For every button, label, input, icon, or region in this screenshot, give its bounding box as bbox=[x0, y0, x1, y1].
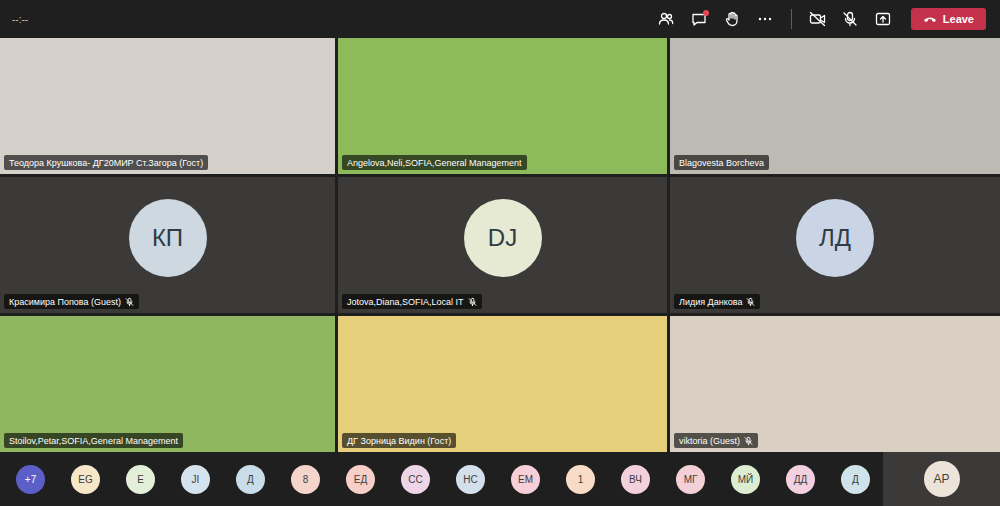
mic-off-icon bbox=[744, 436, 753, 446]
participant-tile[interactable]: Stoilov,Petar,SOFIA,General Management bbox=[0, 316, 335, 452]
meeting-timer: --:-- bbox=[12, 14, 28, 25]
roster-avatar[interactable]: EG bbox=[71, 465, 100, 494]
roster-avatar[interactable]: СС bbox=[401, 465, 430, 494]
participant-avatar: DJ bbox=[464, 199, 542, 277]
participant-name: ДГ Зорница Видин (Гост) bbox=[342, 433, 456, 448]
participant-tile[interactable]: Blagovesta Borcheva bbox=[670, 38, 1000, 174]
roster-avatar[interactable]: МГ bbox=[676, 465, 705, 494]
meeting-window: --:-- Leave Теодора Крушкова- ДГ20МИР Ст.З… bbox=[0, 0, 1000, 506]
participant-tile[interactable]: ДГ Зорница Видин (Гост) bbox=[338, 316, 667, 452]
roster-avatar[interactable]: ЕМ bbox=[511, 465, 540, 494]
participant-tile[interactable]: Теодора Крушкова- ДГ20МИР Ст.Загора (Гос… bbox=[0, 38, 335, 174]
video-grid: Теодора Крушкова- ДГ20МИР Ст.Загора (Гос… bbox=[0, 38, 1000, 452]
participant-tile[interactable]: ЛД Лидия Данкова bbox=[670, 177, 1000, 313]
raise-hand-button[interactable] bbox=[717, 4, 748, 34]
participant-name: Angelova,Neli,SOFIA,General Management bbox=[342, 155, 527, 170]
participant-tile[interactable]: Angelova,Neli,SOFIA,General Management bbox=[338, 38, 667, 174]
self-avatar: AP bbox=[924, 461, 960, 497]
chat-button[interactable] bbox=[684, 4, 715, 34]
mic-off-icon bbox=[125, 297, 134, 307]
unread-dot bbox=[703, 10, 709, 16]
roster-avatar[interactable]: ВЧ bbox=[621, 465, 650, 494]
mic-off-icon bbox=[746, 297, 755, 307]
roster-list: +7EGEJIД8ЕДССНСЕМ1ВЧМГМЙДДД bbox=[0, 465, 883, 494]
hand-icon bbox=[724, 11, 740, 27]
camera-off-icon bbox=[809, 11, 826, 27]
more-icon bbox=[757, 11, 773, 27]
roster-avatar[interactable]: ЕД bbox=[346, 465, 375, 494]
leave-button[interactable]: Leave bbox=[911, 8, 986, 30]
toolbar-divider bbox=[791, 9, 792, 29]
participant-name: Красимира Попова (Guest) bbox=[4, 294, 139, 309]
participant-avatar: КП bbox=[129, 199, 207, 277]
share-button[interactable] bbox=[868, 4, 899, 34]
mic-off-icon bbox=[468, 297, 477, 307]
participants-button[interactable] bbox=[651, 4, 682, 34]
roster-avatar[interactable]: НС bbox=[456, 465, 485, 494]
participant-name: Jotova,Diana,SOFIA,Local IT bbox=[342, 294, 482, 309]
share-tray-icon bbox=[875, 11, 891, 27]
people-icon bbox=[658, 11, 674, 27]
roster-avatar[interactable]: МЙ bbox=[731, 465, 760, 494]
roster-avatar[interactable]: JI bbox=[181, 465, 210, 494]
overflow-count[interactable]: +7 bbox=[16, 465, 45, 494]
participant-name: Лидия Данкова bbox=[674, 294, 760, 309]
meeting-controls: Leave bbox=[651, 4, 986, 34]
participant-tile[interactable]: viktoria (Guest) bbox=[670, 316, 1000, 452]
roster-avatar[interactable]: 1 bbox=[566, 465, 595, 494]
roster-avatar[interactable]: E bbox=[126, 465, 155, 494]
participant-avatar: ЛД bbox=[796, 199, 874, 277]
phone-hangup-icon bbox=[923, 14, 937, 24]
roster-avatar[interactable]: Д bbox=[236, 465, 265, 494]
mic-off-icon bbox=[842, 11, 858, 27]
participant-name: Blagovesta Borcheva bbox=[674, 155, 769, 170]
participant-name: Stoilov,Petar,SOFIA,General Management bbox=[4, 433, 183, 448]
roster-avatar[interactable]: Д bbox=[841, 465, 870, 494]
participant-tile[interactable]: КП Красимира Попова (Guest) bbox=[0, 177, 335, 313]
roster-avatar[interactable]: 8 bbox=[291, 465, 320, 494]
more-button[interactable] bbox=[750, 4, 781, 34]
participant-name: Теодора Крушкова- ДГ20МИР Ст.Загора (Гос… bbox=[4, 155, 208, 170]
participant-strip: +7EGEJIД8ЕДССНСЕМ1ВЧМГМЙДДДAP bbox=[0, 452, 1000, 506]
camera-button[interactable] bbox=[802, 4, 833, 34]
participant-name: viktoria (Guest) bbox=[674, 433, 758, 448]
self-view[interactable]: AP bbox=[883, 452, 1000, 506]
roster-avatar[interactable]: ДД bbox=[786, 465, 815, 494]
meeting-toolbar: --:-- Leave bbox=[0, 0, 1000, 38]
participant-tile[interactable]: DJ Jotova,Diana,SOFIA,Local IT bbox=[338, 177, 667, 313]
microphone-button[interactable] bbox=[835, 4, 866, 34]
